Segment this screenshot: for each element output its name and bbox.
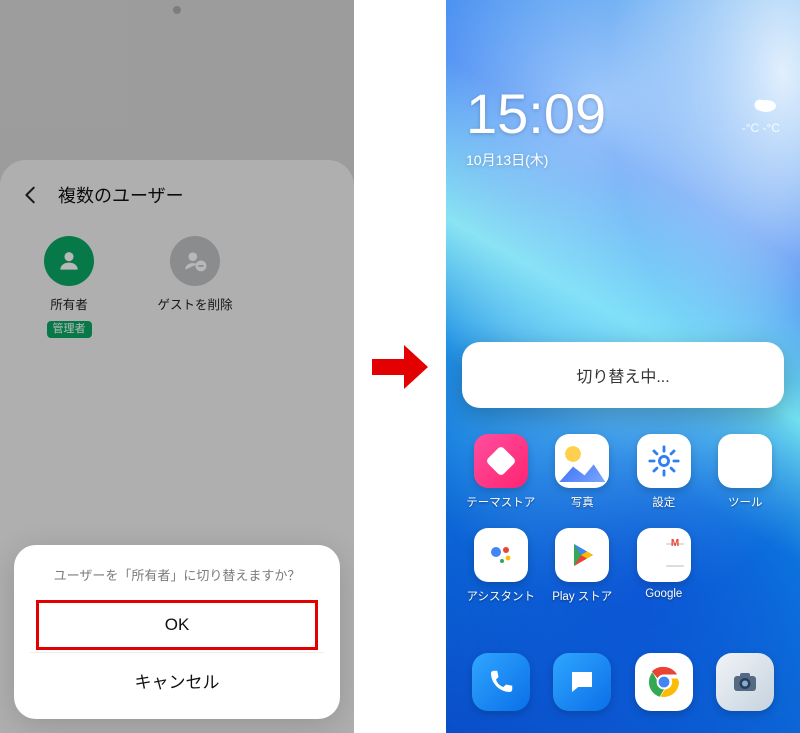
app-label: Google	[645, 588, 682, 600]
clock-block[interactable]: 15:09 10月13日(木)	[466, 86, 606, 170]
switching-toast-text: 切り替え中...	[576, 363, 669, 387]
app-label: アシスタント	[466, 588, 535, 604]
theme-store-icon	[474, 434, 528, 488]
app-theme-store[interactable]: テーマストア	[460, 434, 542, 510]
app-label: Play ストア	[552, 588, 612, 604]
clock-date: 10月13日(木)	[466, 150, 606, 170]
phone-screen-after: 15:09 10月13日(木) -°C -°C 切り替え中... テーマストア …	[446, 0, 800, 733]
dock-messages[interactable]	[542, 653, 624, 711]
assistant-icon	[474, 528, 528, 582]
app-tools-folder[interactable]: ツール	[705, 434, 787, 510]
google-folder-icon	[637, 528, 691, 582]
app-label: テーマストア	[466, 494, 535, 510]
messages-icon	[553, 653, 611, 711]
camera-icon	[716, 653, 774, 711]
app-label: 設定	[652, 494, 675, 510]
app-label: ツール	[728, 494, 763, 510]
app-assistant[interactable]: アシスタント	[460, 528, 542, 604]
switch-user-action-sheet: ユーザーを「所有者」に切り替えますか？ OK キャンセル	[14, 545, 340, 719]
ok-button[interactable]: OK	[30, 600, 324, 650]
photos-icon	[555, 434, 609, 488]
play-store-icon	[555, 528, 609, 582]
app-photos[interactable]: 写真	[542, 434, 624, 510]
transition-arrow	[354, 0, 446, 733]
settings-icon	[637, 434, 691, 488]
phone-screen-before: 複数のユーザー 所有者 管理者 ゲストを削除	[0, 0, 354, 733]
ok-button-label: OK	[165, 615, 190, 635]
dock-phone[interactable]	[460, 653, 542, 711]
home-apps-grid: テーマストア 写真 設定 ツール	[460, 434, 786, 604]
weather-temps: -°C -°C	[742, 121, 780, 135]
sheet-prompt-text: ユーザーを「所有者」に切り替えますか？	[30, 565, 324, 584]
clock-time: 15:09	[466, 86, 606, 142]
weather-widget[interactable]: -°C -°C	[742, 86, 780, 135]
app-google-folder[interactable]: Google	[623, 528, 705, 604]
weather-cloud-icon	[750, 92, 780, 116]
switching-toast: 切り替え中...	[462, 342, 784, 408]
dock-camera[interactable]	[705, 653, 787, 711]
app-label: 写真	[571, 494, 594, 510]
app-play-store[interactable]: Play ストア	[542, 528, 624, 604]
app-settings[interactable]: 設定	[623, 434, 705, 510]
cancel-button[interactable]: キャンセル	[30, 655, 324, 705]
tools-folder-icon	[718, 434, 772, 488]
sheet-separator	[30, 652, 324, 653]
cancel-button-label: キャンセル	[135, 668, 220, 693]
dock-chrome[interactable]	[623, 653, 705, 711]
arrow-right-icon	[368, 335, 432, 399]
phone-icon	[472, 653, 530, 711]
clock-weather-row: 15:09 10月13日(木) -°C -°C	[466, 86, 780, 170]
home-dock	[460, 653, 786, 711]
chrome-icon	[635, 653, 693, 711]
